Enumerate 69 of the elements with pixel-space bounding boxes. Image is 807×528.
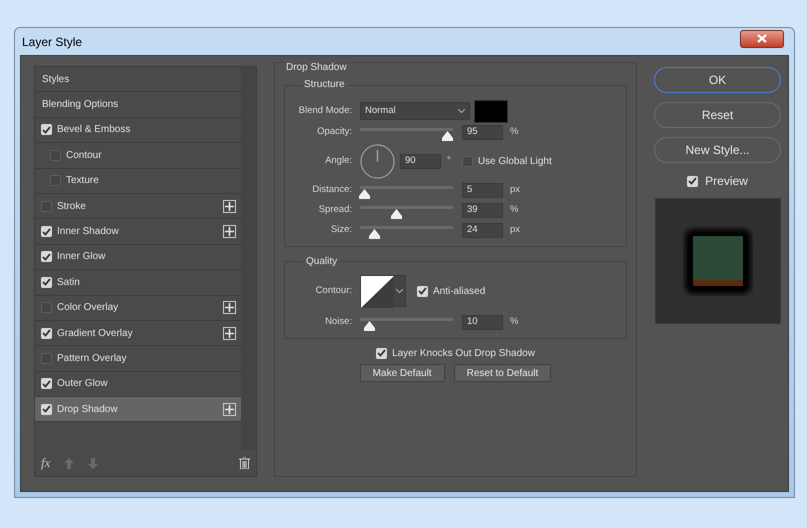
list-item[interactable]: Color Overlay (35, 296, 241, 321)
close-button[interactable] (740, 30, 784, 48)
unit-label: px (510, 222, 520, 237)
unit-label: % (510, 314, 518, 329)
number-field[interactable]: 90 (400, 154, 441, 168)
color-swatch[interactable] (474, 100, 508, 122)
number-field[interactable]: 95 (462, 124, 503, 140)
number-field[interactable]: 24 (462, 222, 503, 238)
checkbox[interactable] (687, 176, 698, 186)
checkbox[interactable] (50, 175, 61, 186)
field-label: Distance: (311, 182, 353, 197)
window-title: Layer Style (22, 34, 82, 50)
dropdown[interactable]: Normal (360, 102, 470, 120)
checkbox[interactable] (462, 156, 473, 166)
unit-label: % (510, 202, 518, 217)
section-title: Drop Shadow (284, 60, 349, 75)
unit-label: ° (447, 154, 451, 168)
checkbox[interactable] (417, 286, 428, 296)
dialog-button[interactable]: New Style... (654, 137, 781, 163)
checkbox-label: Preview (705, 173, 748, 190)
field-label: Size: (330, 222, 353, 237)
field-label: Angle: (324, 154, 353, 168)
add-icon[interactable] (223, 200, 236, 213)
checkbox-label: Anti-aliased (433, 284, 486, 298)
add-icon[interactable] (223, 225, 236, 238)
field-label: Noise: (324, 314, 353, 329)
caret-icon (396, 289, 403, 293)
contour-picker[interactable] (360, 275, 406, 307)
checkbox[interactable] (41, 302, 52, 314)
number-field[interactable]: 10 (462, 314, 503, 330)
field-label: Contour: (314, 284, 353, 298)
dialog-button[interactable]: Reset (654, 102, 781, 128)
checkbox-label: Layer Knocks Out Drop Shadow (392, 346, 535, 360)
close-icon (757, 34, 767, 43)
list-item[interactable]: Outer Glow (35, 372, 241, 398)
field-label: Opacity: (316, 124, 353, 139)
add-icon[interactable] (223, 301, 236, 314)
checkbox[interactable] (41, 276, 52, 288)
checkbox[interactable] (41, 378, 52, 390)
checkbox[interactable] (41, 124, 52, 136)
angle-dial[interactable] (360, 144, 395, 178)
field-label: Blend Mode: (298, 104, 353, 118)
list-item[interactable]: Texture (35, 168, 241, 194)
fx-icon[interactable]: fx (41, 452, 50, 474)
dialog-button[interactable]: OK (654, 67, 781, 93)
checkbox[interactable] (50, 150, 61, 161)
checkbox[interactable] (41, 200, 52, 212)
list-item[interactable]: Inner Glow (35, 244, 241, 270)
unit-label: px (510, 182, 520, 197)
number-field[interactable]: 39 (462, 202, 503, 218)
add-icon[interactable] (223, 402, 236, 416)
checkbox[interactable] (41, 226, 52, 238)
checkbox[interactable] (41, 328, 52, 339)
unit-label: % (510, 124, 518, 139)
checkbox[interactable] (41, 352, 52, 364)
add-icon[interactable] (223, 326, 236, 340)
number-field[interactable]: 5 (462, 182, 503, 198)
checkbox-label: Use Global Light (478, 154, 552, 168)
group-title: Quality (303, 254, 340, 269)
checkbox[interactable] (41, 404, 52, 415)
checkbox[interactable] (376, 348, 388, 358)
trash-icon[interactable] (239, 457, 250, 469)
panel-button[interactable]: Reset to Default (454, 364, 552, 382)
list-item[interactable]: Drop Shadow (35, 397, 241, 422)
checkbox[interactable] (41, 251, 52, 262)
preview-swatch-icon (682, 226, 752, 296)
caret-icon (458, 109, 465, 113)
field-label: Spread: (318, 202, 353, 217)
panel-button[interactable]: Make Default (360, 364, 445, 382)
